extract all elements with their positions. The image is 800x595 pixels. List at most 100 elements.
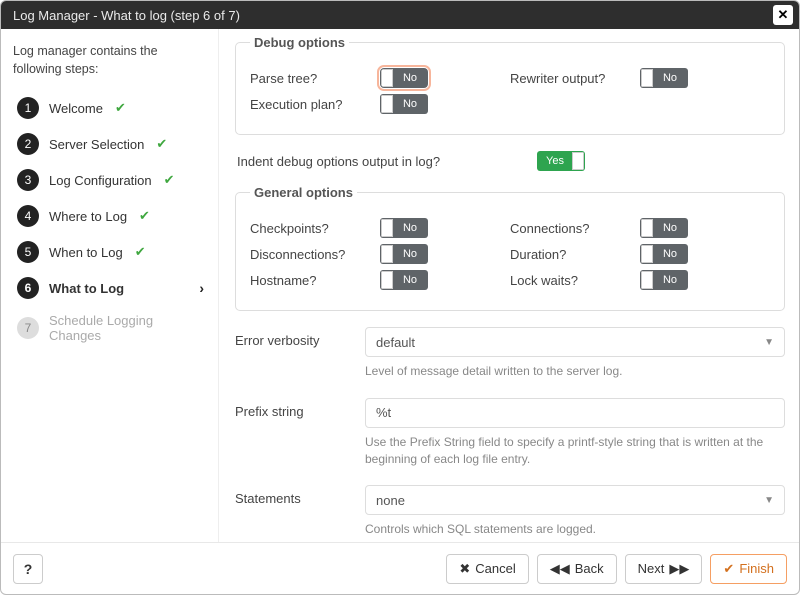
disconnections-toggle[interactable]: No (380, 244, 428, 264)
disconnections-label: Disconnections? (250, 247, 380, 262)
duration-label: Duration? (510, 247, 640, 262)
prefix-string-input[interactable]: %t (365, 398, 785, 428)
finish-icon: ✔ (723, 561, 734, 577)
step-number: 5 (17, 241, 39, 263)
sidebar-step-server-selection[interactable]: 2 Server Selection ✔ (13, 126, 208, 162)
parse-tree-label: Parse tree? (250, 71, 380, 86)
help-button[interactable]: ? (13, 554, 43, 584)
error-verbosity-select[interactable]: default ▼ (365, 327, 785, 357)
help-icon: ? (24, 561, 33, 577)
checkpoints-label: Checkpoints? (250, 221, 380, 236)
step-label: Server Selection (49, 137, 144, 152)
back-label: Back (575, 561, 604, 576)
next-button[interactable]: Next ▶▶ (625, 554, 703, 584)
input-value: %t (376, 405, 391, 420)
sidebar-step-when-to-log[interactable]: 5 When to Log ✔ (13, 234, 208, 270)
step-number: 4 (17, 205, 39, 227)
prefix-string-hint: Use the Prefix String field to specify a… (365, 434, 785, 468)
dialog: Log Manager - What to log (step 6 of 7) … (0, 0, 800, 595)
caret-down-icon: ▼ (764, 337, 774, 348)
toggle-knob (381, 95, 393, 113)
toggle-text: No (653, 219, 687, 237)
step-number: 2 (17, 133, 39, 155)
step-number: 3 (17, 169, 39, 191)
error-verbosity-hint: Level of message detail written to the s… (365, 363, 785, 380)
toggle-text: Yes (538, 152, 572, 170)
toggle-knob (381, 219, 393, 237)
toggle-text: No (393, 219, 427, 237)
general-options-group: General options Checkpoints? No Connecti… (235, 185, 785, 311)
back-button[interactable]: ◀◀ Back (537, 554, 617, 584)
statements-label: Statements (235, 485, 365, 506)
indent-label: Indent debug options output in log? (237, 154, 537, 169)
finish-button[interactable]: ✔ Finish (710, 554, 787, 584)
lock-waits-label: Lock waits? (510, 273, 640, 288)
toggle-knob (381, 245, 393, 263)
check-icon: ✔ (139, 208, 150, 224)
check-icon: ✔ (115, 100, 126, 116)
main-panel: Debug options Parse tree? No Rewriter ou… (219, 29, 799, 542)
titlebar: Log Manager - What to log (step 6 of 7) … (1, 1, 799, 29)
footer: ? ✖ Cancel ◀◀ Back Next ▶▶ ✔ Finish (1, 542, 799, 594)
connections-toggle[interactable]: No (640, 218, 688, 238)
debug-legend: Debug options (250, 35, 349, 50)
execution-plan-toggle[interactable]: No (380, 94, 428, 114)
toggle-knob (572, 152, 584, 170)
cancel-button[interactable]: ✖ Cancel (446, 554, 528, 584)
close-button[interactable]: ✕ (773, 5, 793, 25)
toggle-knob (641, 245, 653, 263)
checkpoints-toggle[interactable]: No (380, 218, 428, 238)
step-label: Schedule Logging Changes (49, 313, 204, 343)
hostname-label: Hostname? (250, 273, 380, 288)
sidebar-step-welcome[interactable]: 1 Welcome ✔ (13, 90, 208, 126)
cancel-icon: ✖ (459, 561, 470, 577)
step-number: 6 (17, 277, 39, 299)
sidebar-step-what-to-log[interactable]: 6 What to Log › (13, 270, 208, 306)
sidebar-step-schedule-logging-changes: 7 Schedule Logging Changes (13, 306, 208, 350)
step-number: 7 (17, 317, 39, 339)
toggle-knob (641, 271, 653, 289)
toggle-text: No (393, 245, 427, 263)
hostname-toggle[interactable]: No (380, 270, 428, 290)
step-label: Where to Log (49, 209, 127, 224)
dialog-body: Log manager contains the following steps… (1, 29, 799, 542)
back-icon: ◀◀ (550, 561, 570, 577)
sidebar-step-where-to-log[interactable]: 4 Where to Log ✔ (13, 198, 208, 234)
next-icon: ▶▶ (669, 561, 689, 577)
close-icon: ✕ (778, 7, 789, 23)
rewriter-output-toggle[interactable]: No (640, 68, 688, 88)
select-value: none (376, 493, 405, 508)
toggle-text: No (393, 69, 427, 87)
indent-toggle[interactable]: Yes (537, 151, 585, 171)
step-label: Log Configuration (49, 173, 152, 188)
dialog-title: Log Manager - What to log (step 6 of 7) (13, 8, 240, 23)
sidebar-intro: Log manager contains the following steps… (13, 43, 208, 78)
toggle-text: No (393, 271, 427, 289)
statements-select[interactable]: none ▼ (365, 485, 785, 515)
step-list: 1 Welcome ✔ 2 Server Selection ✔ 3 Log C… (13, 90, 208, 350)
connections-label: Connections? (510, 221, 640, 236)
cancel-label: Cancel (475, 561, 515, 576)
step-label: What to Log (49, 281, 124, 296)
toggle-knob (641, 219, 653, 237)
toggle-knob (641, 69, 653, 87)
caret-down-icon: ▼ (764, 495, 774, 506)
sidebar: Log manager contains the following steps… (1, 29, 219, 542)
step-number: 1 (17, 97, 39, 119)
lock-waits-toggle[interactable]: No (640, 270, 688, 290)
parse-tree-toggle[interactable]: No (380, 68, 428, 88)
select-value: default (376, 335, 415, 350)
chevron-right-icon: › (199, 280, 204, 296)
next-label: Next (638, 561, 665, 576)
step-label: When to Log (49, 245, 123, 260)
check-icon: ✔ (135, 244, 146, 260)
toggle-knob (381, 69, 393, 87)
statements-hint: Controls which SQL statements are logged… (365, 521, 785, 538)
check-icon: ✔ (156, 136, 167, 152)
sidebar-step-log-configuration[interactable]: 3 Log Configuration ✔ (13, 162, 208, 198)
finish-label: Finish (739, 561, 774, 576)
general-legend: General options (250, 185, 357, 200)
toggle-text: No (393, 95, 427, 113)
duration-toggle[interactable]: No (640, 244, 688, 264)
error-verbosity-label: Error verbosity (235, 327, 365, 348)
